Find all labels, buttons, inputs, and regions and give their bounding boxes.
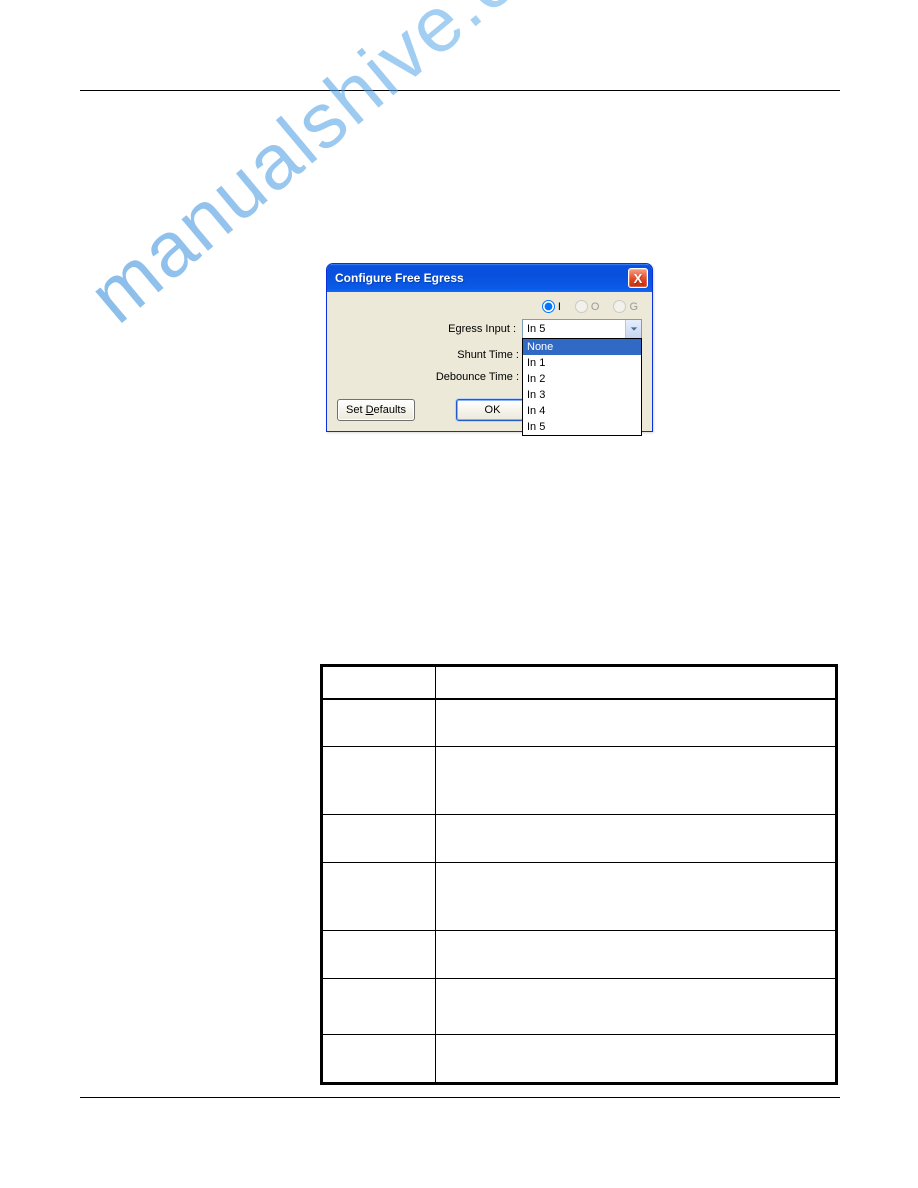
table-cell <box>435 1035 835 1083</box>
table-row <box>323 815 836 863</box>
table-cell <box>323 931 436 979</box>
radio-i[interactable]: I <box>542 300 561 313</box>
shunt-time-label: Shunt Time : <box>337 349 519 361</box>
table-row <box>323 747 836 815</box>
egress-input-row: Egress Input : In 5 <box>337 319 642 339</box>
table-cell <box>323 815 436 863</box>
table-row <box>323 699 836 747</box>
btn-text: efaults <box>374 404 406 416</box>
radio-g-input <box>613 300 626 313</box>
table-cell <box>323 1035 436 1083</box>
table-cell <box>435 747 835 815</box>
page-hr-bottom <box>80 1097 840 1098</box>
table-cell <box>435 863 835 931</box>
fields-area: Egress Input : In 5 Shunt Time : Debounc… <box>337 319 642 383</box>
radio-o[interactable]: O <box>575 300 600 313</box>
table-row <box>323 863 836 931</box>
dropdown-option-none[interactable]: None <box>523 339 641 355</box>
table-header-cell <box>435 667 835 699</box>
radio-g-label: G <box>629 301 638 313</box>
radio-i-input[interactable] <box>542 300 555 313</box>
set-defaults-button[interactable]: Set Defaults <box>337 399 415 421</box>
close-button[interactable]: X <box>628 268 648 288</box>
egress-dropdown-list[interactable]: None In 1 In 2 In 3 In 4 In 5 <box>522 338 642 436</box>
table-cell <box>323 699 436 747</box>
table-cell <box>323 747 436 815</box>
radio-o-input <box>575 300 588 313</box>
radio-i-label: I <box>558 301 561 313</box>
table <box>322 666 836 1083</box>
table-cell <box>435 979 835 1035</box>
table-cell <box>435 699 835 747</box>
table-cell <box>435 931 835 979</box>
egress-input-combobox[interactable]: In 5 <box>522 319 642 339</box>
btn-accel: D <box>366 404 374 416</box>
egress-input-value: In 5 <box>527 323 545 335</box>
dropdown-option-in3[interactable]: In 3 <box>523 387 641 403</box>
table-row <box>323 979 836 1035</box>
radio-g[interactable]: G <box>613 300 638 313</box>
debounce-time-label: Debounce Time : <box>337 371 519 383</box>
dialog-title: Configure Free Egress <box>335 271 464 285</box>
dropdown-option-in2[interactable]: In 2 <box>523 371 641 387</box>
table-cell <box>323 863 436 931</box>
table-header-row <box>323 667 836 699</box>
radio-o-label: O <box>591 301 600 313</box>
table-cell <box>435 815 835 863</box>
close-icon: X <box>634 271 643 286</box>
table-header-cell <box>323 667 436 699</box>
dialog-container: Configure Free Egress X I O G <box>326 263 653 432</box>
btn-text: Set <box>346 404 366 416</box>
table-row <box>323 1035 836 1083</box>
empty-table <box>320 664 838 1085</box>
egress-input-label: Egress Input : <box>448 323 516 335</box>
dropdown-option-in1[interactable]: In 1 <box>523 355 641 371</box>
dialog-titlebar[interactable]: Configure Free Egress X <box>327 264 652 292</box>
table-row <box>323 931 836 979</box>
configure-free-egress-dialog: Configure Free Egress X I O G <box>326 263 653 432</box>
dialog-body: I O G Egress Input : In 5 <box>327 292 652 431</box>
chevron-down-icon <box>625 320 641 338</box>
radio-group-io: I O G <box>337 298 642 319</box>
dropdown-option-in4[interactable]: In 4 <box>523 403 641 419</box>
dropdown-option-in5[interactable]: In 5 <box>523 419 641 435</box>
table-cell <box>323 979 436 1035</box>
ok-button[interactable]: OK <box>456 399 528 421</box>
page-hr-top <box>80 90 840 91</box>
